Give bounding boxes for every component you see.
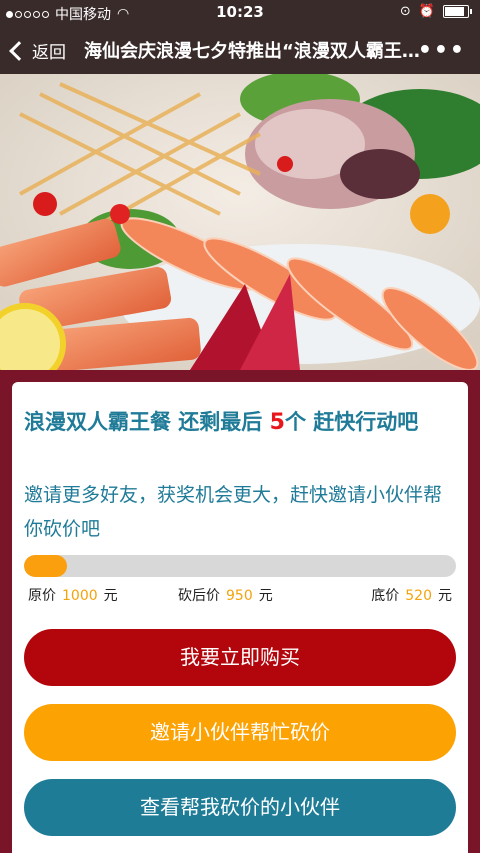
nav-bar: 返回 海仙会庆浪漫七夕特推出“浪漫双人霸王餐”活动 ••• <box>0 26 480 74</box>
headline-pre: 浪漫双人霸王餐 还剩最后 <box>24 410 270 434</box>
invite-friends-button[interactable]: 邀请小伙伴帮忙砍价 <box>24 704 456 761</box>
original-price-value: 1000 <box>62 588 98 604</box>
offer-card: 浪漫双人霸王餐 还剩最后 5个 赶快行动吧 邀请更多好友，获奖机会更大，赶快邀请… <box>12 382 468 853</box>
back-button[interactable]: 返回 <box>9 38 66 63</box>
buy-now-button[interactable]: 我要立即购买 <box>24 629 456 686</box>
after-price-unit: 元 <box>258 588 273 604</box>
floor-price-value: 520 <box>405 588 432 604</box>
price-row: 原价 1000 元 砍后价 950 元 底价 520 元 <box>28 585 452 605</box>
after-price-label: 砍后价 <box>178 588 220 604</box>
floor-price-label: 底价 <box>371 588 400 604</box>
after-bargain-price: 砍后价 950 元 <box>178 585 273 605</box>
back-label: 返回 <box>32 43 66 63</box>
battery-icon <box>443 5 469 18</box>
offer-headline: 浪漫双人霸王餐 还剩最后 5个 赶快行动吧 <box>24 404 456 441</box>
bargain-progress-fill <box>24 555 68 577</box>
seafood-platter-image <box>0 74 480 370</box>
status-right: ⊙ ⏰ <box>400 4 472 19</box>
alarm-icon: ⏰ <box>418 4 435 19</box>
chevron-left-icon <box>9 40 29 61</box>
more-menu-button[interactable]: ••• <box>418 38 466 63</box>
invite-text: 邀请更多好友，获奖机会更大，赶快邀请小伙伴帮你砍价吧 <box>24 484 443 540</box>
headline-post: 个 赶快行动吧 <box>284 410 419 434</box>
battery-tip-icon <box>470 9 472 14</box>
floor-price: 底价 520 元 <box>371 585 452 605</box>
floor-price-unit: 元 <box>438 588 452 604</box>
original-price-label: 原价 <box>28 588 56 604</box>
lock-rotation-icon: ⊙ <box>399 4 411 19</box>
page-title: 海仙会庆浪漫七夕特推出“浪漫双人霸王餐”活动 <box>84 41 424 62</box>
original-price: 原价 1000 元 <box>28 585 118 605</box>
original-price-unit: 元 <box>103 588 118 604</box>
bargain-progress-bar <box>24 555 456 577</box>
after-price-value: 950 <box>226 588 253 604</box>
view-helpers-button[interactable]: 查看帮我砍价的小伙伴 <box>24 779 456 836</box>
status-bar: 中国移动 ◠ 10:23 ⊙ ⏰ <box>0 0 480 26</box>
remaining-count: 5 <box>269 410 285 435</box>
